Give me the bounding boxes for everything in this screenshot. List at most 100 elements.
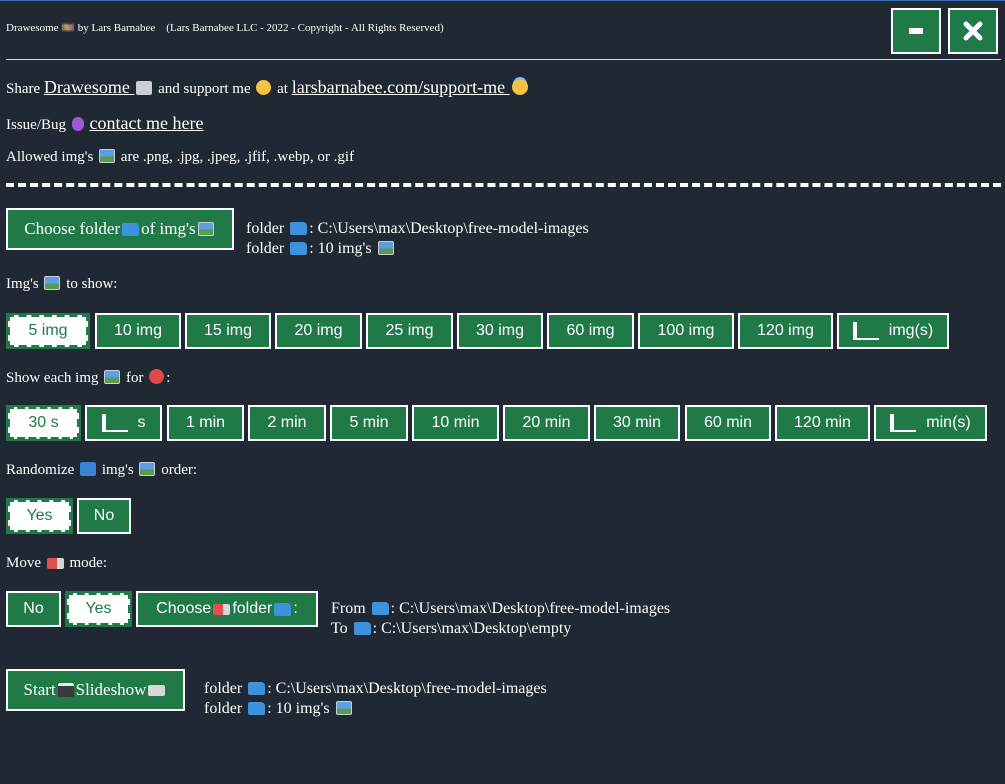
- img-count-custom-button[interactable]: img(s): [837, 313, 949, 349]
- folder-icon: [290, 242, 308, 255]
- folder-path: : C:\Users\max\Desktop\free-model-images: [309, 220, 589, 237]
- folder-icon: [290, 222, 308, 235]
- img-count-option-5[interactable]: 5 img: [6, 313, 90, 349]
- share-line: Share Drawesome and support me at larsba…: [6, 77, 530, 98]
- folder-prefix: folder: [204, 680, 247, 697]
- minimize-button[interactable]: [891, 8, 941, 54]
- share-prefix: Share: [6, 81, 44, 97]
- choose-move-folder-button[interactable]: Choose folder :: [136, 591, 318, 627]
- move-to-label: To: [331, 620, 352, 637]
- choose-move-label-a: Choose: [156, 600, 212, 617]
- duration-option-20min[interactable]: 20 min: [503, 405, 590, 441]
- app-title: Drawesome 🎞️ by Lars Barnabee (Lars Barn…: [6, 22, 444, 34]
- img-count-option-100[interactable]: 100 img: [638, 313, 734, 349]
- support-link[interactable]: larsbarnabee.com/support-me: [292, 77, 510, 97]
- folder-count: : 10 img's: [267, 700, 334, 717]
- img-count-option-10[interactable]: 10 img: [95, 313, 181, 349]
- title-divider: [6, 59, 1001, 60]
- truck-icon: [46, 558, 64, 569]
- choose-move-label-c: :: [293, 600, 298, 617]
- img-count-label-b: to show:: [62, 276, 118, 292]
- img-count-option-60[interactable]: 60 img: [547, 313, 634, 349]
- move-from-label: From: [331, 600, 370, 617]
- allowed-suffix: are .png, .jpg, .jpeg, .jfif, .webp, or …: [117, 149, 355, 165]
- img-count-label: Img's to show:: [6, 276, 117, 293]
- folder-icon: [274, 602, 292, 616]
- duration-custom-seconds-button[interactable]: s: [85, 405, 162, 441]
- image-icon: [44, 276, 61, 290]
- duration-option-120min[interactable]: 120 min: [775, 405, 870, 441]
- custom-seconds-suffix: s: [137, 414, 146, 431]
- move-mode-yes-button[interactable]: Yes: [65, 591, 132, 627]
- folder-info: folder : C:\Users\max\Desktop\free-model…: [246, 219, 589, 259]
- share-mid: and support me: [154, 81, 255, 97]
- start-label-b: Slideshow: [75, 680, 147, 699]
- folder-path-line: folder : C:\Users\max\Desktop\free-model…: [246, 219, 589, 239]
- duration-label-b: for: [122, 370, 148, 386]
- x-icon: [963, 21, 983, 41]
- drawesome-link[interactable]: Drawesome: [44, 77, 134, 97]
- minus-icon: [909, 28, 923, 34]
- choose-folder-label-a: Choose folder: [24, 219, 121, 238]
- duration-option-1min[interactable]: 1 min: [167, 405, 244, 441]
- duration-option-30s[interactable]: 30 s: [6, 405, 81, 441]
- custom-input-stub[interactable]: [101, 414, 128, 432]
- duration-option-2min[interactable]: 2 min: [248, 405, 326, 441]
- img-count-option-15[interactable]: 15 img: [185, 313, 271, 349]
- share-at: at: [273, 81, 292, 97]
- randomize-label-c: order:: [157, 462, 198, 478]
- custom-suffix: img(s): [888, 322, 934, 339]
- allowed-prefix: Allowed img's: [6, 149, 98, 165]
- folder-prefix: folder: [246, 240, 289, 257]
- move-to-path: : C:\Users\max\Desktop\empty: [372, 620, 572, 637]
- bug-icon: [71, 117, 84, 131]
- folder-prefix: folder: [204, 700, 247, 717]
- folder-prefix: folder: [246, 220, 289, 237]
- folder-icon: [353, 622, 371, 635]
- section-divider: [6, 183, 1001, 187]
- img-count-label-a: Img's: [6, 276, 43, 292]
- start-folder-path-line: folder : C:\Users\max\Desktop\free-model…: [204, 679, 547, 699]
- folder-count: : 10 img's: [309, 240, 376, 257]
- close-button[interactable]: [948, 8, 998, 54]
- envelope-icon: [136, 81, 153, 95]
- image-icon: [377, 241, 394, 255]
- randomize-no-button[interactable]: No: [77, 498, 131, 534]
- image-icon: [104, 370, 121, 384]
- allowed-line: Allowed img's are .png, .jpg, .jpeg, .jf…: [6, 149, 354, 166]
- shuffle-icon: [80, 462, 97, 476]
- contact-link[interactable]: contact me here: [90, 113, 204, 133]
- move-mode-label: Move mode:: [6, 555, 107, 572]
- choose-folder-button[interactable]: Choose folder of img's: [6, 208, 234, 250]
- start-slideshow-button[interactable]: Start Slideshow: [6, 669, 185, 711]
- start-folder-count-line: folder : 10 img's: [204, 699, 547, 719]
- duration-label-a: Show each img: [6, 370, 103, 386]
- duration-option-5min[interactable]: 5 min: [330, 405, 408, 441]
- folder-icon: [371, 602, 389, 615]
- img-count-option-30[interactable]: 30 img: [457, 313, 543, 349]
- choose-move-label-b: folder: [232, 600, 273, 617]
- move-mode-no-button[interactable]: No: [6, 591, 61, 627]
- move-to-line: To : C:\Users\max\Desktop\empty: [331, 619, 670, 639]
- img-count-option-25[interactable]: 25 img: [366, 313, 453, 349]
- folder-icon: [248, 682, 266, 695]
- duration-option-60min[interactable]: 60 min: [685, 405, 771, 441]
- img-count-option-120[interactable]: 120 img: [738, 313, 833, 349]
- custom-input-stub[interactable]: [852, 322, 879, 340]
- move-mode-label-b: mode:: [65, 555, 108, 571]
- truck-icon: [213, 603, 231, 615]
- smile-icon: [256, 80, 272, 95]
- image-icon: [197, 222, 214, 236]
- move-from-path: : C:\Users\max\Desktop\free-model-images: [390, 600, 671, 617]
- duration-option-30min[interactable]: 30 min: [594, 405, 680, 441]
- duration-custom-minutes-button[interactable]: min(s): [874, 405, 987, 441]
- randomize-yes-button[interactable]: Yes: [6, 498, 73, 534]
- img-count-option-20[interactable]: 20 img: [275, 313, 362, 349]
- duration-option-10min[interactable]: 10 min: [412, 405, 499, 441]
- alarm-clock-icon: [149, 369, 165, 384]
- folder-count-line: folder : 10 img's: [246, 239, 589, 259]
- start-label-a: Start: [23, 680, 56, 699]
- custom-input-stub[interactable]: [890, 414, 917, 432]
- start-folder-info: folder : C:\Users\max\Desktop\free-model…: [204, 679, 547, 719]
- randomize-label-b: img's: [98, 462, 138, 478]
